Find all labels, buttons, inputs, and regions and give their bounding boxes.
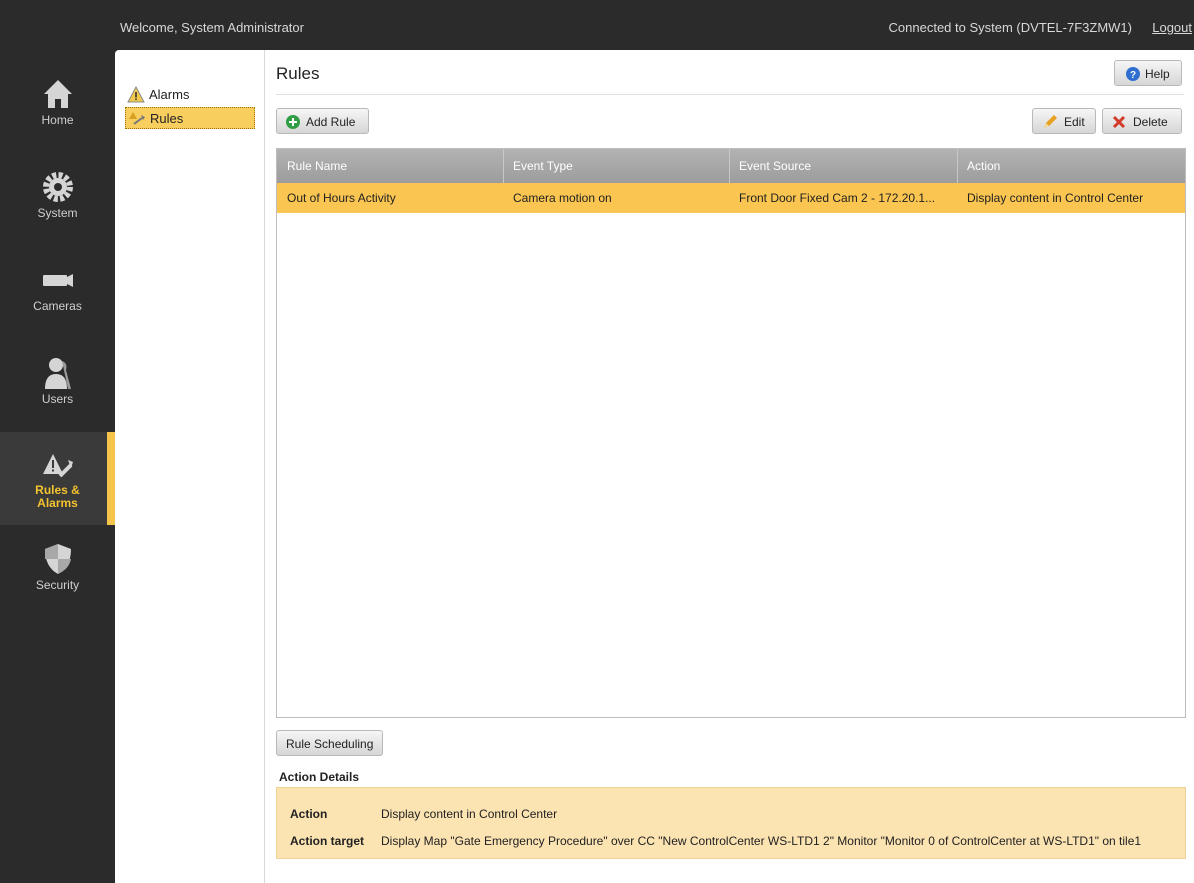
tree-item-alarms[interactable]: Alarms bbox=[125, 84, 255, 106]
action-key: Action bbox=[290, 807, 328, 821]
nav-label-home: Home bbox=[41, 113, 74, 127]
add-rule-button[interactable]: Add Rule bbox=[276, 108, 369, 134]
cell-rule-name: Out of Hours Activity bbox=[287, 191, 396, 205]
help-icon: ? bbox=[1126, 67, 1140, 81]
nav-label-system: System bbox=[37, 206, 78, 220]
nav-item-cameras[interactable]: Cameras bbox=[0, 246, 115, 339]
main-panel: Alarms Rules Rules ? Help Add Rule Edit … bbox=[115, 50, 1194, 883]
warning-icon bbox=[127, 86, 145, 103]
nav-label-users: Users bbox=[41, 392, 74, 406]
add-rule-label: Add Rule bbox=[306, 115, 356, 129]
column-header-event-type[interactable]: Event Type bbox=[513, 159, 573, 173]
rules-content: Rules ? Help Add Rule Edit Delete Rule N… bbox=[276, 50, 1186, 883]
delete-label: Delete bbox=[1133, 115, 1168, 129]
column-header-event-source[interactable]: Event Source bbox=[739, 159, 811, 173]
delete-x-icon bbox=[1112, 115, 1126, 129]
cell-event-type: Camera motion on bbox=[513, 191, 612, 205]
column-divider bbox=[503, 149, 504, 183]
cell-action: Display content in Control Center bbox=[967, 191, 1144, 205]
help-label: Help bbox=[1145, 67, 1170, 81]
delete-button[interactable]: Delete bbox=[1102, 108, 1182, 134]
rule-scheduling-label: Rule Scheduling bbox=[286, 737, 374, 751]
edit-label: Edit bbox=[1064, 115, 1085, 129]
nav-item-security[interactable]: Security bbox=[0, 525, 115, 618]
table-header: Rule Name Event Type Event Source Action bbox=[277, 149, 1185, 183]
column-divider bbox=[729, 149, 730, 183]
top-bar: Welcome, System Administrator Connected … bbox=[0, 0, 1194, 50]
nav-item-users[interactable]: Users bbox=[0, 339, 115, 432]
page-title: Rules bbox=[276, 64, 320, 83]
nav-label-cameras: Cameras bbox=[33, 299, 82, 313]
welcome-text: Welcome, System Administrator bbox=[120, 20, 304, 35]
rules-alarms-icon bbox=[43, 454, 73, 478]
add-icon bbox=[286, 115, 300, 129]
column-header-rule-name[interactable]: Rule Name bbox=[287, 159, 347, 173]
action-value: Display content in Control Center bbox=[381, 807, 558, 821]
action-target-key: Action target bbox=[290, 834, 365, 848]
nav-item-system[interactable]: System bbox=[0, 153, 115, 246]
column-divider bbox=[957, 149, 958, 183]
rules-table: Rule Name Event Type Event Source Action… bbox=[276, 148, 1186, 718]
tree-label-rules: Rules bbox=[150, 111, 184, 126]
connection-status: Connected to System (DVTEL-7F3ZMW1) bbox=[888, 20, 1132, 35]
pencil-icon bbox=[1044, 115, 1057, 128]
action-details-heading: Action Details bbox=[279, 770, 360, 784]
tree-label-alarms: Alarms bbox=[149, 87, 190, 102]
rule-scheduling-button[interactable]: Rule Scheduling bbox=[276, 730, 383, 756]
gear-icon bbox=[43, 172, 73, 202]
user-icon bbox=[45, 358, 71, 389]
rule-wand-icon bbox=[129, 112, 145, 125]
home-icon bbox=[44, 80, 72, 108]
nav-item-home[interactable]: Home bbox=[0, 60, 115, 153]
nav-label-rules-line1: Rules & bbox=[35, 483, 80, 497]
help-button[interactable]: ? Help bbox=[1114, 60, 1182, 86]
tree-item-rules[interactable]: Rules bbox=[125, 107, 255, 129]
title-divider bbox=[276, 94, 1184, 95]
rules-alarms-tree: Alarms Rules bbox=[115, 50, 265, 883]
logout-link[interactable]: Logout bbox=[1152, 20, 1192, 35]
nav-label-rules-line2: Alarms bbox=[37, 496, 78, 510]
camera-icon bbox=[43, 274, 73, 287]
nav-label-security: Security bbox=[35, 578, 80, 592]
action-details-panel: Action Display content in Control Center… bbox=[276, 787, 1186, 859]
table-row[interactable]: Out of Hours Activity Camera motion on F… bbox=[277, 183, 1185, 213]
shield-icon bbox=[45, 544, 71, 574]
action-target-value: Display Map "Gate Emergency Procedure" o… bbox=[381, 834, 1142, 848]
cell-event-source: Front Door Fixed Cam 2 - 172.20.1... bbox=[739, 191, 936, 205]
main-nav: Home System Cameras Users Rules & Alarms… bbox=[0, 50, 115, 883]
edit-button[interactable]: Edit bbox=[1032, 108, 1096, 134]
svg-text:?: ? bbox=[1130, 70, 1136, 81]
column-header-action[interactable]: Action bbox=[967, 159, 1000, 173]
nav-label-rules: Rules & Alarms bbox=[0, 484, 115, 510]
nav-item-rules-alarms[interactable]: Rules & Alarms bbox=[0, 432, 115, 525]
